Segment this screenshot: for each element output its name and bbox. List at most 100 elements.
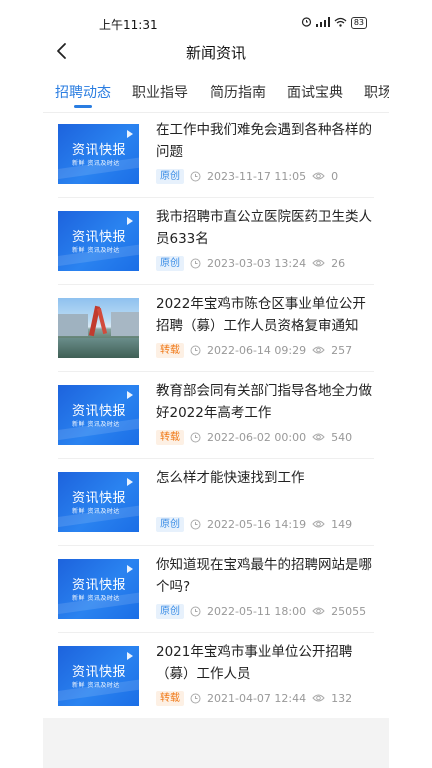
article-date: 2022-05-11 18:00 (207, 604, 307, 618)
article-date: 2022-06-14 09:29 (207, 343, 307, 357)
thumbnail-subtitle: 新鲜 资讯及时达 (72, 682, 120, 689)
view-count: 25055 (331, 604, 367, 618)
list-item[interactable]: 资讯快报 新鲜 资讯及时达 2021年宝鸡市事业单位公开招聘（募）工作人员 转载… (43, 634, 389, 720)
play-icon (127, 565, 133, 573)
tag-badge: 转载 (156, 342, 184, 358)
list-item[interactable]: 资讯快报 新鲜 资讯及时达 你知道现在宝鸡最牛的招聘网站是哪个吗? 原创 202… (43, 547, 389, 633)
article-date: 2022-05-16 14:19 (207, 517, 307, 531)
tag-badge: 原创 (156, 516, 184, 532)
article-meta: 转载 2021-04-07 12:44 132 (156, 690, 352, 706)
article-thumbnail: 资讯快报 新鲜 资讯及时达 (58, 124, 139, 184)
article-meta: 转载 2022-06-14 09:29 257 (156, 342, 352, 358)
tab-resume-guide[interactable]: 简历指南 (210, 82, 266, 102)
article-title: 在工作中我们难免会遇到各种各样的问题 (156, 122, 372, 160)
play-icon (127, 478, 133, 486)
divider (58, 632, 374, 633)
article-title: 2021年宝鸡市事业单位公开招聘（募）工作人员 (156, 644, 353, 682)
list-item[interactable]: 资讯快报 新鲜 资讯及时达 教育部会同有关部门指导各地全力做好2022年高考工作… (43, 373, 389, 459)
clock-icon (190, 519, 201, 530)
view-count: 540 (331, 430, 353, 444)
article-title: 怎么样才能快速找到工作 (156, 470, 305, 486)
clock-icon (190, 258, 201, 269)
clock-icon (190, 606, 201, 617)
divider (58, 545, 374, 546)
article-meta: 原创 2022-05-11 18:00 25055 (156, 603, 366, 619)
article-thumbnail: 资讯快报 新鲜 资讯及时达 (58, 559, 139, 619)
active-tab-indicator (74, 105, 92, 108)
article-title: 教育部会同有关部门指导各地全力做好2022年高考工作 (156, 383, 372, 421)
eye-icon (312, 432, 325, 442)
screen: 上午11:31 83 新闻资讯 招聘动态 职业指导 简历指南 面试宝典 职场 (43, 0, 389, 768)
view-count: 26 (331, 256, 346, 270)
divider (58, 458, 374, 459)
view-count: 257 (331, 343, 353, 357)
article-title: 你知道现在宝鸡最牛的招聘网站是哪个吗? (156, 557, 372, 595)
status-bar: 上午11:31 83 (43, 0, 389, 34)
play-icon (127, 652, 133, 660)
list-item[interactable]: 资讯快报 新鲜 资讯及时达 在工作中我们难免会遇到各种各样的问题 原创 2023… (43, 112, 389, 198)
thumbnail-subtitle: 新鲜 资讯及时达 (72, 247, 120, 254)
thumbnail-title: 资讯快报 (72, 230, 127, 245)
thumbnail-title: 资讯快报 (72, 665, 127, 680)
thumbnail-subtitle: 新鲜 资讯及时达 (72, 508, 120, 515)
tab-workplace[interactable]: 职场 (364, 82, 389, 102)
clock-icon (190, 693, 201, 704)
alarm-icon (301, 16, 312, 30)
list-item[interactable]: 资讯快报 新鲜 资讯及时达 怎么样才能快速找到工作 原创 2022-05-16 … (43, 460, 389, 546)
article-date: 2021-04-07 12:44 (207, 691, 307, 705)
thumbnail-title: 资讯快报 (72, 491, 127, 506)
tab-career-guidance[interactable]: 职业指导 (132, 82, 188, 102)
eye-icon (312, 693, 325, 703)
tag-badge: 转载 (156, 690, 184, 706)
clock-icon (190, 345, 201, 356)
wifi-icon (334, 17, 347, 30)
play-icon (127, 391, 133, 399)
list-item[interactable]: 2022年宝鸡市陈仓区事业单位公开招聘（募）工作人员资格复审通知 转载 2022… (43, 286, 389, 372)
clock-icon (190, 432, 201, 443)
view-count: 0 (331, 169, 339, 183)
article-date: 2023-11-17 11:05 (207, 169, 307, 183)
article-thumbnail: 资讯快报 新鲜 资讯及时达 (58, 211, 139, 271)
eye-icon (312, 345, 325, 355)
thumbnail-title: 资讯快报 (72, 143, 127, 158)
battery-icon: 83 (350, 17, 367, 29)
article-date: 2023-03-03 13:24 (207, 256, 307, 270)
page-title: 新闻资讯 (185, 44, 246, 62)
thumbnail-subtitle: 新鲜 资讯及时达 (72, 160, 120, 167)
eye-icon (312, 171, 325, 181)
article-meta: 转载 2022-06-02 00:00 540 (156, 429, 352, 445)
article-title: 2022年宝鸡市陈仓区事业单位公开招聘（募）工作人员资格复审通知 (156, 296, 366, 334)
tab-bar: 招聘动态 职业指导 简历指南 面试宝典 职场 (43, 72, 389, 113)
status-time: 上午11:31 (99, 18, 158, 32)
eye-icon (312, 258, 325, 268)
view-count: 132 (331, 691, 353, 705)
divider (58, 371, 374, 372)
thumbnail-subtitle: 新鲜 资讯及时达 (72, 595, 120, 602)
play-icon (127, 217, 133, 225)
article-thumbnail: 资讯快报 新鲜 资讯及时达 (58, 385, 139, 445)
tag-badge: 转载 (156, 429, 184, 445)
tag-badge: 原创 (156, 168, 184, 184)
article-meta: 原创 2023-03-03 13:24 26 (156, 255, 345, 271)
nav-bar: 新闻资讯 (43, 34, 389, 70)
tag-badge: 原创 (156, 255, 184, 271)
thumbnail-subtitle: 新鲜 资讯及时达 (72, 421, 120, 428)
status-icons: 83 (301, 16, 367, 30)
signal-icon (315, 16, 330, 30)
footer-area (43, 718, 389, 768)
article-title: 我市招聘市直公立医院医药卫生类人员633名 (156, 209, 372, 247)
list-item[interactable]: 资讯快报 新鲜 资讯及时达 我市招聘市直公立医院医药卫生类人员633名 原创 2… (43, 199, 389, 285)
tag-badge: 原创 (156, 603, 184, 619)
article-thumbnail: 资讯快报 新鲜 资讯及时达 (58, 646, 139, 706)
divider (58, 197, 374, 198)
tab-interview-tips[interactable]: 面试宝典 (287, 82, 343, 102)
tab-recruitment-news[interactable]: 招聘动态 (55, 82, 111, 102)
play-icon (127, 130, 133, 138)
article-date: 2022-06-02 00:00 (207, 430, 307, 444)
divider (58, 284, 374, 285)
eye-icon (312, 606, 325, 616)
clock-icon (190, 171, 201, 182)
eye-icon (312, 519, 325, 529)
article-photo (58, 298, 139, 358)
thumbnail-title: 资讯快报 (72, 404, 127, 419)
